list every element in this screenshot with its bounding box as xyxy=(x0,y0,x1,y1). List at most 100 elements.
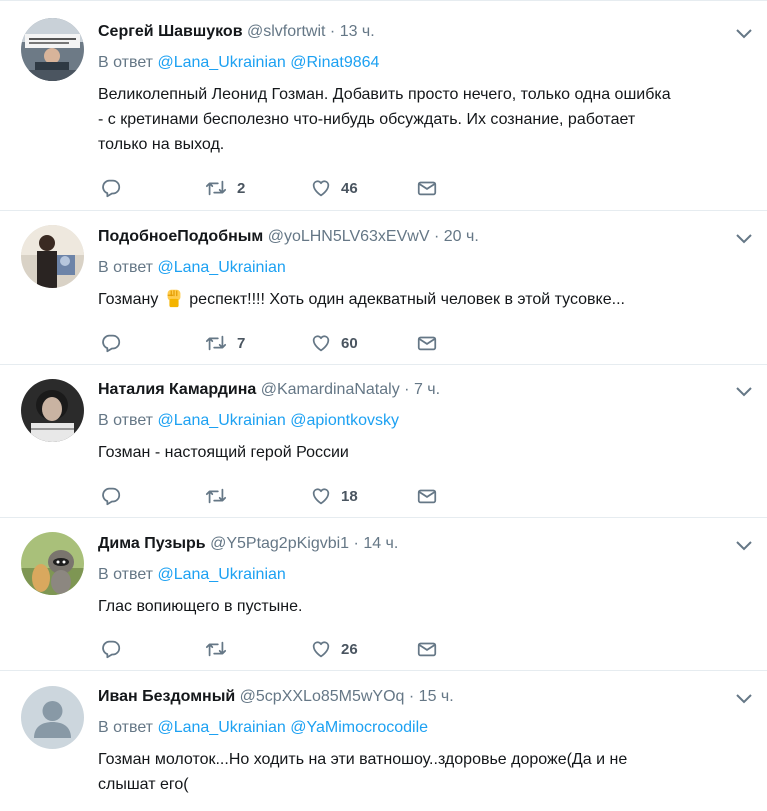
tweet[interactable]: Иван Бездомный @5cpXXLo85M5wYOq · 15 ч. … xyxy=(0,670,767,811)
tweet[interactable]: Дима Пузырь @Y5Ptag2pKigvbi1 · 14 ч. В о… xyxy=(0,517,767,671)
reply-context: В ответ @Lana_Ukrainian @Rinat9864 xyxy=(98,53,379,73)
avatar[interactable] xyxy=(21,225,84,288)
tweet-text-line: Глас вопиющего в пустыне. xyxy=(98,598,303,615)
separator-dot: · xyxy=(404,381,410,398)
tweet-text-line: Великолепный Леонид Гозман. Добавить про… xyxy=(98,86,671,103)
tweet-text: Глас вопиющего в пустыне. xyxy=(98,594,738,619)
like-count: 46 xyxy=(341,179,358,197)
reply-prefix: В ответ xyxy=(98,719,154,736)
reply-context: В ответ @Lana_Ukrainian xyxy=(98,258,286,278)
avatar[interactable] xyxy=(21,379,84,442)
mention-link[interactable]: @YaMimocrocodile xyxy=(290,719,428,736)
chevron-down-icon[interactable] xyxy=(735,540,753,552)
envelope-icon xyxy=(417,181,437,196)
retweet-count: 7 xyxy=(237,334,246,352)
direct-message-button[interactable] xyxy=(416,637,438,661)
retweet-button[interactable]: 7 xyxy=(204,331,245,355)
user-handle[interactable]: @slvfortwit xyxy=(247,23,325,40)
separator-dot: · xyxy=(408,688,415,705)
timestamp[interactable]: 13 ч. xyxy=(340,23,375,40)
like-button[interactable]: 46 xyxy=(310,176,358,200)
tweet-text-segment: респект!!!! Хоть один адекватный человек… xyxy=(184,291,625,308)
timestamp[interactable]: 7 ч. xyxy=(414,381,440,398)
like-count: 26 xyxy=(341,640,358,658)
chevron-down-icon[interactable] xyxy=(735,693,753,705)
mention-link[interactable]: @Lana_Ukrainian xyxy=(157,259,285,276)
tweet-text-line: только на выход. xyxy=(98,136,225,153)
tweet-header: Иван Бездомный @5cpXXLo85M5wYOq · 15 ч. xyxy=(98,687,727,707)
separator-dot: · xyxy=(329,23,336,40)
mention-link[interactable]: @Rinat9864 xyxy=(290,54,379,71)
display-name[interactable]: ПодобноеПодобным xyxy=(98,228,263,245)
like-button[interactable]: 60 xyxy=(310,331,358,355)
reply-context: В ответ @Lana_Ukrainian @YaMimocrocodile xyxy=(98,718,428,738)
retweet-icon xyxy=(205,335,227,351)
like-button[interactable]: 18 xyxy=(310,484,358,508)
avatar[interactable] xyxy=(21,532,84,595)
default-profile-icon xyxy=(21,686,84,749)
user-handle[interactable]: @5cpXXLo85M5wYOq xyxy=(240,688,405,705)
reply-prefix: В ответ xyxy=(98,259,154,276)
display-name[interactable]: Иван Бездомный xyxy=(98,688,235,705)
like-button[interactable]: 26 xyxy=(310,637,358,661)
user-handle[interactable]: @Y5Ptag2pKigvbi1 xyxy=(210,535,349,552)
direct-message-button[interactable] xyxy=(416,331,438,355)
timestamp[interactable]: 15 ч. xyxy=(419,688,454,705)
reply-context: В ответ @Lana_Ukrainian xyxy=(98,565,286,585)
envelope-icon xyxy=(417,336,437,351)
mention-link[interactable]: @Lana_Ukrainian xyxy=(157,412,285,429)
tweet[interactable]: Наталия Камардина @KamardinaNataly · 7 ч… xyxy=(0,364,767,518)
tweet-text-line: слышат его( xyxy=(98,776,189,793)
retweet-button[interactable] xyxy=(204,484,228,508)
reply-icon xyxy=(102,640,121,659)
tweet-text-segment: Гозману xyxy=(98,291,163,308)
tweet-text: Гозману респект!!!! Хоть один адекватный… xyxy=(98,287,738,312)
mention-link[interactable]: @Lana_Ukrainian xyxy=(157,54,285,71)
reply-button[interactable] xyxy=(100,176,122,200)
retweet-icon xyxy=(205,180,227,196)
tweet-text: Великолепный Леонид Гозман. Добавить про… xyxy=(98,82,738,157)
reply-button[interactable] xyxy=(100,637,122,661)
tweet-header: Наталия Камардина @KamardinaNataly · 7 ч… xyxy=(98,380,727,400)
tweet[interactable]: Сергей Шавшуков @slvfortwit · 13 ч. В от… xyxy=(0,0,767,211)
mention-link[interactable]: @Lana_Ukrainian xyxy=(157,566,285,583)
tweet-text-line: Гозман - настоящий герой России xyxy=(98,444,349,461)
avatar[interactable] xyxy=(21,18,84,81)
chevron-down-icon[interactable] xyxy=(735,233,753,245)
user-handle[interactable]: @KamardinaNataly xyxy=(261,381,400,398)
heart-icon xyxy=(312,335,330,352)
mention-link[interactable]: @apiontkovsky xyxy=(290,412,399,429)
chevron-down-icon[interactable] xyxy=(735,28,753,40)
heart-icon xyxy=(312,488,330,505)
display-name[interactable]: Сергей Шавшуков xyxy=(98,23,243,40)
display-name[interactable]: Дима Пузырь xyxy=(98,535,206,552)
envelope-icon xyxy=(417,489,437,504)
timestamp[interactable]: 20 ч. xyxy=(444,228,479,245)
user-handle[interactable]: @yoLHN5LV63xEVwV xyxy=(268,228,430,245)
reply-icon xyxy=(102,487,121,506)
direct-message-button[interactable] xyxy=(416,176,438,200)
tweet-feed: Сергей Шавшуков @slvfortwit · 13 ч. В от… xyxy=(0,0,767,811)
heart-icon xyxy=(312,641,330,658)
reply-prefix: В ответ xyxy=(98,566,154,583)
tweet-header: Сергей Шавшуков @slvfortwit · 13 ч. xyxy=(98,22,727,42)
display-name[interactable]: Наталия Камардина xyxy=(98,381,256,398)
reply-prefix: В ответ xyxy=(98,54,154,71)
mention-link[interactable]: @Lana_Ukrainian xyxy=(157,719,285,736)
direct-message-button[interactable] xyxy=(416,484,438,508)
envelope-icon xyxy=(417,642,437,657)
reply-button[interactable] xyxy=(100,484,122,508)
retweet-button[interactable]: 2 xyxy=(204,176,245,200)
raised-fist-emoji-icon xyxy=(167,289,181,308)
chevron-down-icon[interactable] xyxy=(735,386,753,398)
separator-dot: · xyxy=(353,535,359,552)
tweet-header: Дима Пузырь @Y5Ptag2pKigvbi1 · 14 ч. xyxy=(98,534,727,554)
reply-context: В ответ @Lana_Ukrainian @apiontkovsky xyxy=(98,411,399,431)
separator-dot: · xyxy=(433,228,440,245)
timestamp[interactable]: 14 ч. xyxy=(363,535,398,552)
tweet[interactable]: ПодобноеПодобным @yoLHN5LV63xEVwV · 20 ч… xyxy=(0,210,767,365)
avatar[interactable] xyxy=(21,686,84,749)
reply-button[interactable] xyxy=(100,331,122,355)
retweet-icon xyxy=(205,641,227,657)
retweet-button[interactable] xyxy=(204,637,228,661)
